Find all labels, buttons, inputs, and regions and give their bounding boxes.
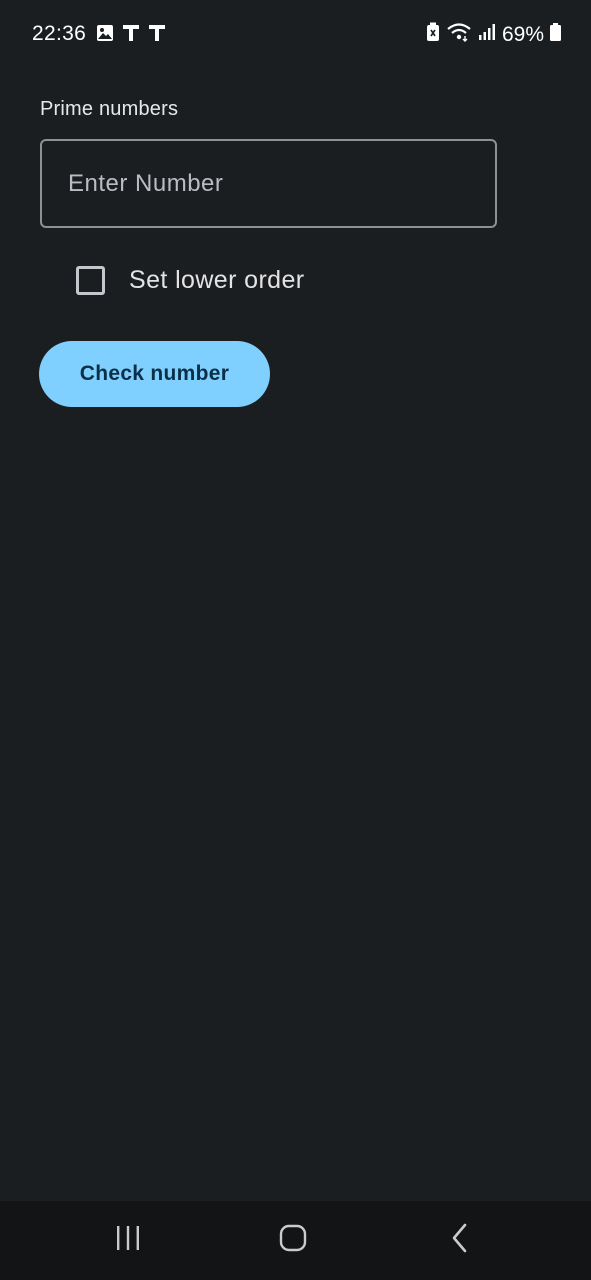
- t-letter-icon: [122, 24, 140, 42]
- number-input-container[interactable]: [40, 139, 497, 228]
- battery-saver-icon: [426, 22, 440, 47]
- signal-icon: [478, 23, 496, 46]
- home-button[interactable]: [263, 1201, 323, 1280]
- recents-button[interactable]: [98, 1201, 158, 1280]
- home-icon: [279, 1224, 307, 1257]
- battery-percent: 69%: [501, 22, 544, 46]
- back-icon: [450, 1223, 470, 1258]
- number-input[interactable]: [42, 141, 495, 226]
- lower-order-checkbox-label[interactable]: Set lower order: [129, 266, 305, 295]
- lower-order-checkbox[interactable]: [76, 266, 105, 295]
- wifi-icon: [446, 22, 472, 47]
- back-button[interactable]: [430, 1201, 490, 1280]
- battery-icon: [550, 23, 561, 46]
- status-bar: 22:36 69%: [0, 0, 591, 70]
- image-icon: [96, 24, 114, 42]
- t-letter-icon: [148, 24, 166, 42]
- page-title: Prime numbers: [40, 98, 179, 120]
- notification-icons: [96, 24, 166, 42]
- status-time: 22:36: [32, 22, 87, 45]
- system-status: 69%: [426, 22, 561, 47]
- lower-order-checkbox-row[interactable]: Set lower order: [76, 266, 305, 295]
- recents-icon: [114, 1225, 142, 1256]
- check-number-button[interactable]: Check number: [39, 341, 270, 407]
- navigation-bar: [0, 1201, 591, 1280]
